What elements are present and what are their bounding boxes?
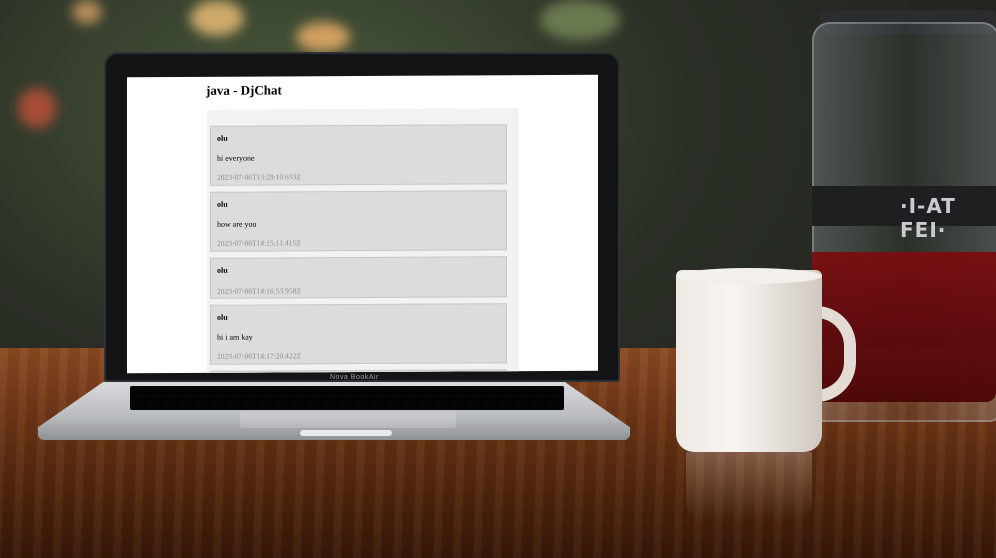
message-text: hi i am kay [217,332,253,342]
trackpad [240,412,456,428]
keyboard [130,386,564,410]
message-text: hi everyone [217,153,255,163]
coffee-mug [676,270,822,452]
bokeh-light [72,0,102,24]
message-username: olu [217,265,228,275]
chat-message: olu hi i am kay 2023-07-06T14:17:20.422Z [210,303,507,365]
message-username: olu [217,312,228,322]
laptop-screen: java - DjChat olu hi everyone 2023-07-06… [127,74,598,374]
chat-message: olu 2023-07-06T14:16:53.958Z [210,256,507,299]
jar-logo: ·I-AT FEI· [900,194,956,242]
message-timestamp: 2023-07-06T14:15:11.415Z [217,238,301,248]
message-timestamp: 2023-07-06T14:17:20.422Z [217,351,301,361]
laptop-notch [300,430,392,436]
message-username: olu [217,199,228,209]
bokeh-light [18,88,56,128]
bokeh-light [540,0,620,40]
message-username: olu [217,133,228,143]
chat-message: olu hi everyone 2023-07-06T13:29:10.633Z [210,124,507,186]
mug-rim [676,268,822,284]
page-title: java - DjChat [206,82,282,98]
message-timestamp: 2023-07-06T14:16:53.958Z [217,286,301,296]
chat-message: olu how are you 2023-07-06T14:15:11.415Z [210,190,507,252]
laptop-brand-label: Nova BookAir [330,374,379,381]
mug-reflection [686,452,812,522]
message-text: how are you [217,219,257,229]
bokeh-light [190,0,244,36]
message-timestamp: 2023-07-06T13:29:10.633Z [217,172,301,182]
chat-messages-panel[interactable]: olu hi everyone 2023-07-06T13:29:10.633Z… [207,108,519,374]
bokeh-light [296,22,350,52]
